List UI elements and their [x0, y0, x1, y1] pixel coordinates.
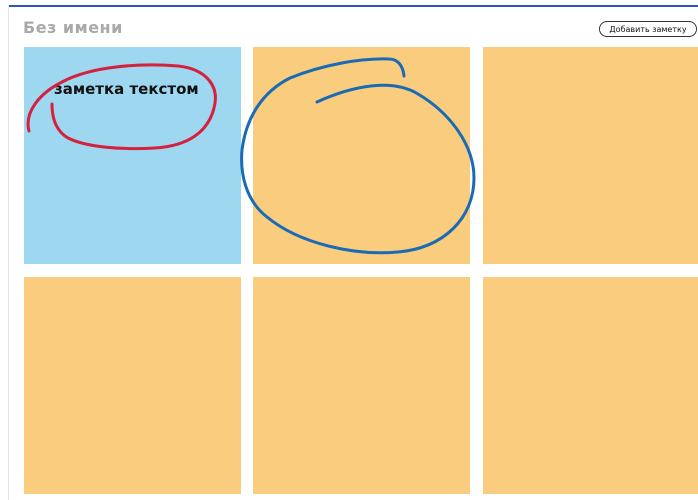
add-note-button[interactable]: Добавить заметку	[599, 21, 697, 37]
sticky-note[interactable]	[24, 277, 241, 494]
whiteboard-app: Без имени Добавить заметку заметка текст…	[0, 0, 698, 500]
sticky-note[interactable]	[253, 277, 470, 494]
note-text[interactable]: заметка текстом	[54, 80, 199, 98]
board-title[interactable]: Без имени	[23, 18, 123, 37]
left-border	[8, 5, 9, 500]
top-accent-bar	[8, 5, 698, 7]
sticky-note[interactable]	[483, 277, 698, 494]
sticky-note[interactable]	[253, 47, 470, 264]
sticky-note[interactable]	[483, 47, 698, 264]
sticky-note[interactable]: заметка текстом	[24, 47, 241, 264]
